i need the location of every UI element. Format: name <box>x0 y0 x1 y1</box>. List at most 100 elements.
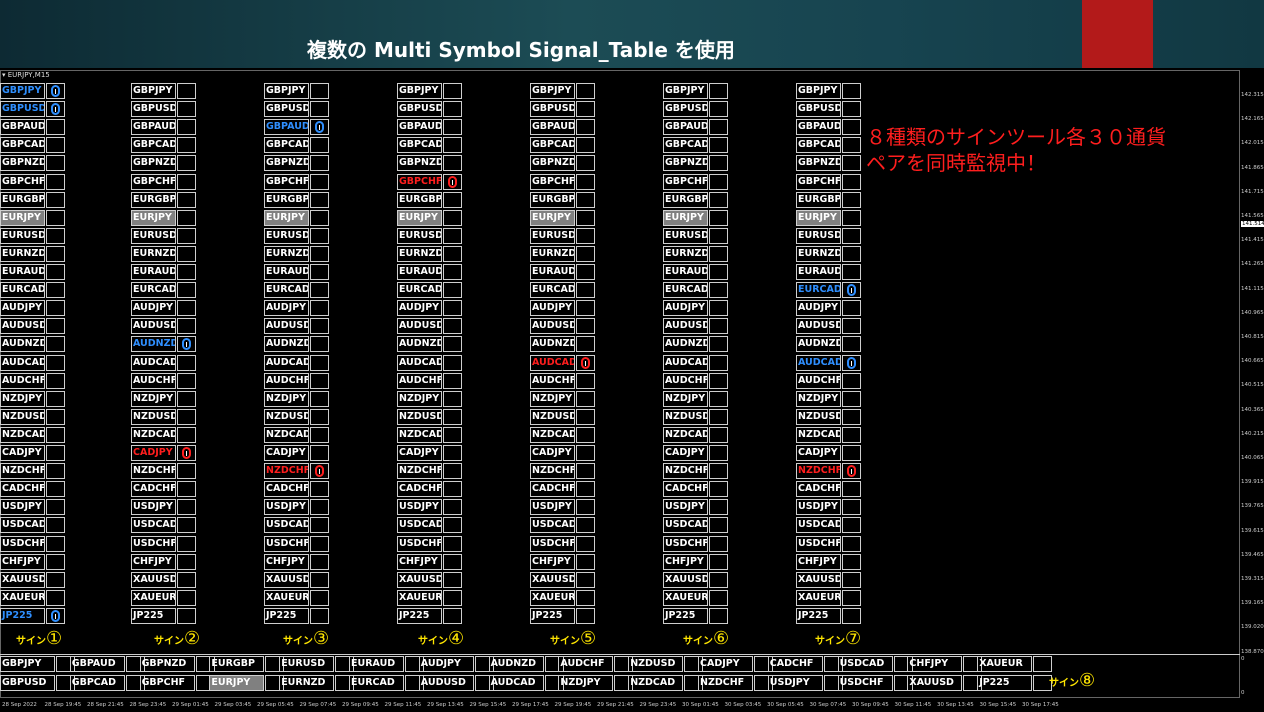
symbol-label[interactable]: EURUSD <box>264 227 309 244</box>
symbol-label[interactable]: EURJPY <box>663 209 708 226</box>
symbol-label[interactable]: AUDNZD <box>0 336 45 353</box>
symbol-label[interactable]: EURCAD <box>349 675 404 691</box>
symbol-label[interactable]: CHFJPY <box>397 553 442 570</box>
symbol-label[interactable]: NZDJPY <box>0 390 45 407</box>
symbol-label[interactable]: CADCHF <box>530 481 575 498</box>
symbol-label[interactable]: CADCHF <box>264 481 309 498</box>
symbol-label[interactable]: AUDJPY <box>0 300 45 317</box>
symbol-label[interactable]: XAUEUR <box>131 589 176 606</box>
symbol-label[interactable]: EURUSD <box>397 227 442 244</box>
symbol-label[interactable]: JP225 <box>264 607 309 624</box>
symbol-label[interactable]: JP225 <box>131 607 176 624</box>
symbol-label[interactable]: XAUUSD <box>264 571 309 588</box>
symbol-label[interactable]: CADJPY <box>530 445 575 461</box>
symbol-label[interactable]: XAUEUR <box>663 589 708 606</box>
symbol-label[interactable]: NZDUSD <box>0 408 45 425</box>
symbol-label[interactable]: NZDCHF <box>530 463 575 480</box>
symbol-label[interactable]: EURCAD <box>131 282 176 299</box>
symbol-label[interactable]: NZDUSD <box>663 408 708 425</box>
symbol-label[interactable]: EURJPY <box>397 209 442 226</box>
symbol-label[interactable]: JP225 <box>397 607 442 624</box>
symbol-label[interactable]: USDCAD <box>397 517 442 534</box>
symbol-label[interactable]: EURCAD <box>0 282 45 299</box>
symbol-label[interactable]: XAUEUR <box>0 589 45 606</box>
symbol-label[interactable]: EURUSD <box>796 227 841 244</box>
symbol-label[interactable]: EURNZD <box>530 245 575 262</box>
symbol-label[interactable]: CADJPY <box>264 445 309 461</box>
symbol-label[interactable]: AUDCAD <box>397 354 442 371</box>
symbol-label[interactable]: USDJPY <box>796 499 841 516</box>
symbol-label[interactable]: NZDJPY <box>796 390 841 407</box>
symbol-label[interactable]: AUDNZD <box>488 656 544 672</box>
symbol-label[interactable]: NZDCHF <box>698 675 753 691</box>
symbol-label[interactable]: CADCHF <box>796 481 841 498</box>
symbol-label[interactable]: EURJPY <box>264 209 309 226</box>
symbol-label[interactable]: XAUUSD <box>131 571 176 588</box>
symbol-label[interactable]: XAUUSD <box>530 571 575 588</box>
symbol-label[interactable]: NZDUSD <box>131 408 176 425</box>
symbol-label[interactable]: USDCAD <box>0 517 45 534</box>
symbol-label[interactable]: AUDJPY <box>530 300 575 317</box>
symbol-label[interactable]: GBPNZD <box>397 155 442 172</box>
symbol-label[interactable]: EURNZD <box>397 245 442 262</box>
symbol-label[interactable]: XAUUSD <box>663 571 708 588</box>
symbol-label[interactable]: EURAUD <box>264 264 309 280</box>
symbol-label[interactable]: AUDUSD <box>264 318 309 335</box>
symbol-label[interactable]: GBPAUD <box>69 656 125 672</box>
symbol-label[interactable]: NZDCHF <box>131 463 176 480</box>
symbol-label[interactable]: AUDJPY <box>131 300 176 317</box>
symbol-label[interactable]: JP225 <box>977 675 1033 691</box>
symbol-label[interactable]: NZDJPY <box>530 390 575 407</box>
symbol-label[interactable]: EURCAD <box>663 282 708 299</box>
symbol-label[interactable]: GBPJPY <box>530 83 575 99</box>
symbol-label[interactable]: XAUUSD <box>907 675 963 691</box>
symbol-label[interactable]: CHFJPY <box>663 553 708 570</box>
symbol-label[interactable]: AUDJPY <box>663 300 708 317</box>
symbol-label[interactable]: USDCAD <box>796 517 841 534</box>
symbol-label[interactable]: USDJPY <box>530 499 575 516</box>
symbol-label[interactable]: GBPCAD <box>131 137 176 154</box>
symbol-label[interactable]: GBPCHF <box>397 173 442 190</box>
symbol-label[interactable]: NZDCAD <box>796 426 841 443</box>
symbol-label[interactable]: EURUSD <box>0 227 45 244</box>
symbol-label[interactable]: CADCHF <box>131 481 176 498</box>
symbol-label[interactable]: EURJPY <box>209 675 265 691</box>
symbol-label[interactable]: NZDJPY <box>663 390 708 407</box>
symbol-label[interactable]: AUDCAD <box>663 354 708 371</box>
symbol-label[interactable]: EURUSD <box>131 227 176 244</box>
symbol-label[interactable]: GBPAUD <box>131 119 176 136</box>
symbol-label[interactable]: EURAUD <box>530 264 575 280</box>
symbol-label[interactable]: AUDCAD <box>796 354 841 371</box>
symbol-label[interactable]: GBPJPY <box>796 83 841 99</box>
symbol-label[interactable]: AUDCHF <box>264 372 309 389</box>
symbol-label[interactable]: EURGBP <box>209 656 265 672</box>
symbol-label[interactable]: GBPJPY <box>131 83 176 99</box>
symbol-label[interactable]: CADJPY <box>663 445 708 461</box>
symbol-label[interactable]: EURAUD <box>0 264 45 280</box>
symbol-label[interactable]: GBPUSD <box>397 101 442 118</box>
symbol-label[interactable]: AUDNZD <box>796 336 841 353</box>
symbol-label[interactable]: JP225 <box>663 607 708 624</box>
symbol-label[interactable]: GBPJPY <box>0 656 55 672</box>
symbol-label[interactable]: GBPNZD <box>0 155 45 172</box>
symbol-label[interactable]: GBPAUD <box>264 119 309 136</box>
symbol-label[interactable]: GBPCAD <box>69 675 125 691</box>
symbol-label[interactable]: GBPNZD <box>131 155 176 172</box>
symbol-label[interactable]: GBPUSD <box>131 101 176 118</box>
symbol-label[interactable]: NZDJPY <box>131 390 176 407</box>
symbol-label[interactable]: CHFJPY <box>264 553 309 570</box>
symbol-label[interactable]: EURCAD <box>264 282 309 299</box>
symbol-label[interactable]: USDCAD <box>131 517 176 534</box>
symbol-label[interactable]: AUDCHF <box>796 372 841 389</box>
symbol-label[interactable]: EURAUD <box>349 656 404 672</box>
symbol-label[interactable]: GBPAUD <box>0 119 45 136</box>
symbol-label[interactable]: AUDUSD <box>663 318 708 335</box>
symbol-label[interactable]: EURUSD <box>663 227 708 244</box>
symbol-label[interactable]: NZDCHF <box>663 463 708 480</box>
symbol-label[interactable]: NZDUSD <box>264 408 309 425</box>
symbol-label[interactable]: AUDCAD <box>264 354 309 371</box>
symbol-label[interactable]: NZDCAD <box>628 675 684 691</box>
symbol-label[interactable]: NZDJPY <box>397 390 442 407</box>
symbol-label[interactable]: AUDUSD <box>397 318 442 335</box>
symbol-label[interactable]: CADCHF <box>397 481 442 498</box>
